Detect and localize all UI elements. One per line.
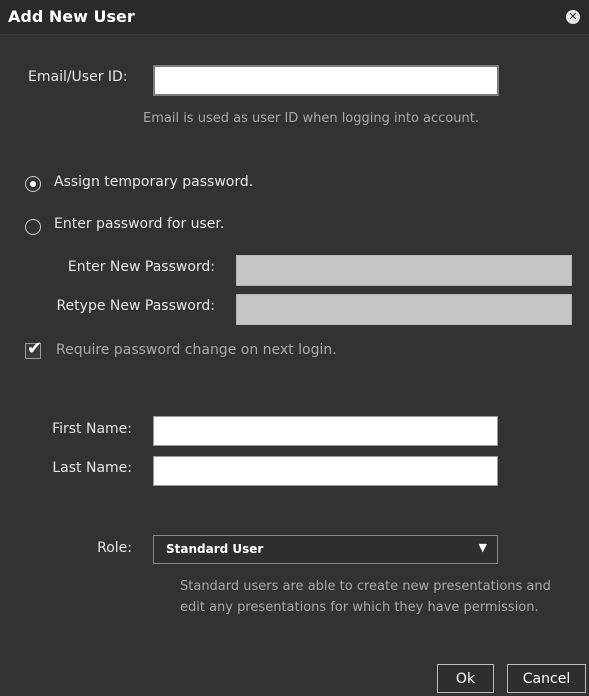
dialog-titlebar: Add New User ✕ <box>0 0 589 35</box>
last-name-field[interactable] <box>153 456 498 486</box>
retype-password-field[interactable] <box>236 294 572 325</box>
radio-selected-dot <box>30 181 36 187</box>
radio-enter-password[interactable] <box>25 219 41 235</box>
first-name-label: First Name: <box>52 421 132 437</box>
checkmark-icon: ✔ <box>27 338 43 359</box>
ok-button[interactable]: Ok <box>437 664 494 693</box>
role-description: Standard users are able to create new pr… <box>180 579 551 615</box>
radio-assign-temporary-label[interactable]: Assign temporary password. <box>54 174 253 190</box>
last-name-label: Last Name: <box>52 460 132 476</box>
email-label: Email/User ID: <box>28 69 128 85</box>
retype-password-label: Retype New Password: <box>56 298 215 314</box>
first-name-field[interactable] <box>153 416 498 446</box>
cancel-button[interactable]: Cancel <box>507 664 586 693</box>
role-label: Role: <box>97 540 132 556</box>
new-password-field[interactable] <box>236 255 572 286</box>
require-change-label[interactable]: Require password change on next login. <box>56 342 337 358</box>
email-hint: Email is used as user ID when logging in… <box>143 111 479 126</box>
close-icon[interactable]: ✕ <box>566 10 580 24</box>
role-selected-value: Standard User <box>166 542 264 556</box>
radio-enter-password-label[interactable]: Enter password for user. <box>54 216 224 232</box>
email-field[interactable] <box>153 65 499 96</box>
radio-assign-temporary[interactable] <box>25 176 41 192</box>
dialog-title: Add New User <box>8 7 135 26</box>
require-change-checkbox[interactable]: ✔ <box>25 338 42 359</box>
new-password-label: Enter New Password: <box>67 259 215 275</box>
dropdown-arrow-icon: ▼ <box>478 541 487 554</box>
role-select[interactable]: Standard User ▼ <box>153 535 498 564</box>
